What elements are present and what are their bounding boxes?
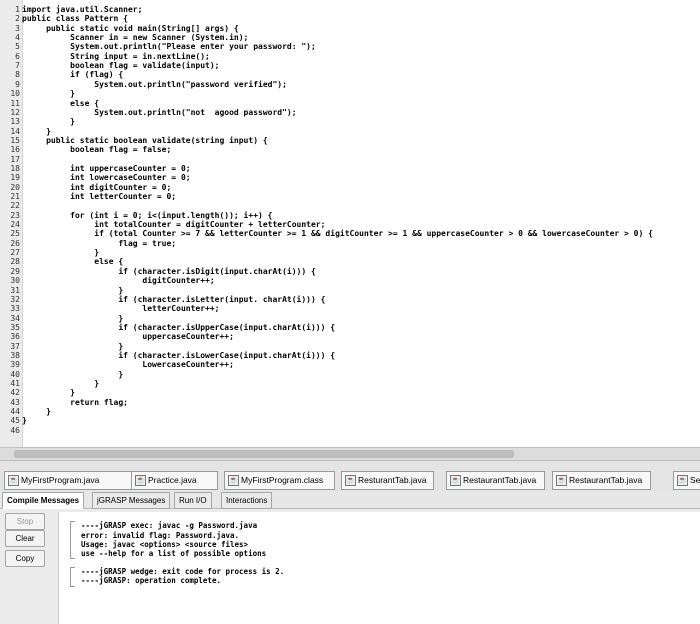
- output-group-bracket: [70, 521, 75, 559]
- output-line: ----jGRASP exec: javac -g Password.java: [81, 521, 258, 530]
- tab-compile-messages[interactable]: Compile Messages: [2, 492, 85, 509]
- file-tab-resturanttab-java[interactable]: ☕ ResturantTab.java: [341, 471, 434, 490]
- file-tab-restauranttab-java[interactable]: ☕ RestaurantTab.java: [446, 471, 545, 490]
- output-line: Usage: javac <options> <source files>: [81, 540, 249, 549]
- java-file-icon: ☕: [677, 475, 688, 487]
- file-tab-bar: ☕ MyFirstProgram.java ☕ Practice.java ☕ MyF…: [0, 460, 700, 491]
- output-line: ----jGRASP wedge: exit code for process …: [81, 567, 285, 576]
- java-file-icon: ☕: [8, 475, 19, 487]
- output-group-bracket: [70, 567, 75, 587]
- message-tab-bar: Compile Messages jGRASP Messages Run I/O…: [0, 491, 700, 509]
- tab-run-io[interactable]: Run I/O: [174, 492, 212, 509]
- horizontal-scrollbar[interactable]: [0, 447, 700, 461]
- output-line: error: invalid flag: Password.java.: [81, 531, 240, 540]
- java-file-icon: ☕: [556, 475, 567, 487]
- java-file-icon: ☕: [135, 475, 146, 487]
- copy-button[interactable]: Copy: [5, 550, 45, 567]
- clear-button[interactable]: Clear: [5, 530, 45, 547]
- output-line: ----jGRASP: operation complete.: [81, 576, 221, 585]
- java-file-icon: ☕: [345, 475, 356, 487]
- java-file-icon: ☕: [450, 475, 461, 487]
- class-file-icon: ☕: [228, 475, 239, 487]
- code-editor[interactable]: 1 import java.util.Scanner; 2 public class …: [0, 0, 700, 447]
- code-line: 46: [0, 425, 700, 436]
- tab-jgrasp-messages[interactable]: jGRASP Messages: [92, 492, 171, 509]
- scrollbar-thumb[interactable]: [14, 450, 514, 458]
- file-tab-ses[interactable]: ☕Ses: [673, 471, 700, 490]
- stop-button[interactable]: Stop: [5, 513, 45, 530]
- tab-interactions[interactable]: Interactions: [221, 492, 273, 509]
- line-number: 46: [10, 425, 20, 435]
- file-tab-restauranttab-java-2[interactable]: ☕ RestaurantTab.java: [552, 471, 651, 490]
- output-line: use --help for a list of possible option…: [81, 549, 267, 558]
- compile-output-area[interactable]: ----jGRASP exec: javac -g Password.java …: [58, 512, 700, 624]
- file-tab-myfirstprogram-class[interactable]: ☕ MyFirstProgram.class: [224, 471, 335, 490]
- file-tab-practice-java[interactable]: ☕ Practice.java: [131, 471, 218, 490]
- file-tab-myfirstprogram-java[interactable]: ☕ MyFirstProgram.java: [4, 471, 135, 490]
